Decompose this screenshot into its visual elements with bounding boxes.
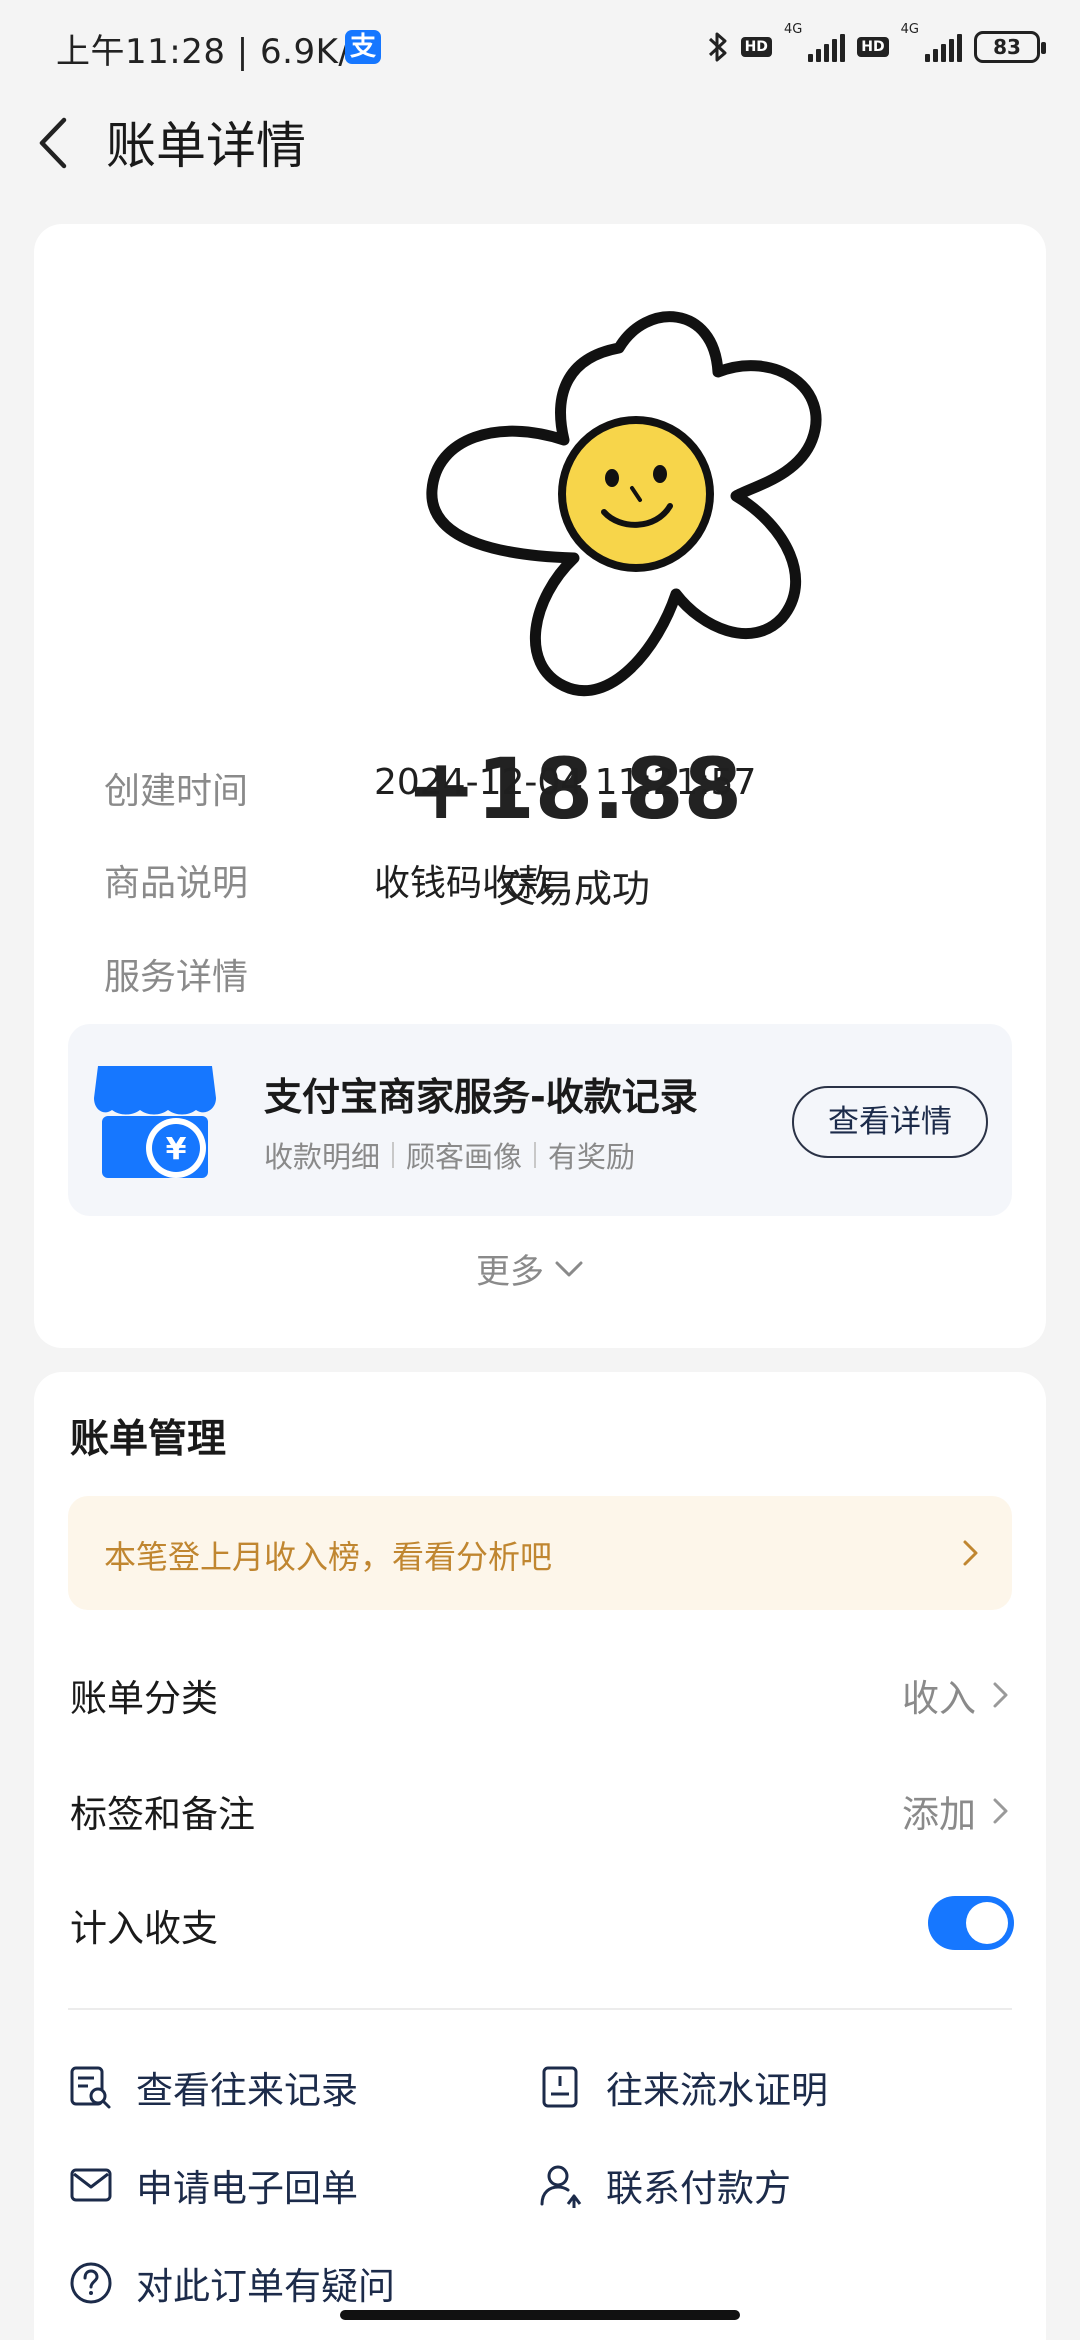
record-search-icon	[70, 2066, 111, 2109]
back-arrow-icon[interactable]	[32, 108, 82, 178]
network-type-2: 4G	[900, 22, 919, 37]
flower-avatar-icon	[426, 311, 822, 697]
view-details-button[interactable]: 查看详情	[792, 1086, 988, 1158]
service-tag: 收款明细	[264, 1140, 381, 1174]
bluetooth-icon	[708, 32, 727, 62]
toggle-knob	[966, 1902, 1008, 1944]
transaction-proof-link[interactable]: 往来流水证明	[538, 2060, 828, 2114]
hd-badge-2: HD	[857, 37, 889, 57]
question-icon	[70, 2262, 112, 2304]
status-time: 上午11:28 | 6.9K/s	[56, 32, 369, 72]
more-toggle[interactable]: 更多	[476, 1244, 584, 1293]
hd-badge: HD	[740, 37, 772, 57]
document-icon	[542, 2066, 578, 2108]
created-time-value: 2024-12-04 11:21:57	[374, 762, 757, 803]
link-label: 查看往来记录	[136, 2069, 358, 2112]
link-label: 对此订单有疑问	[136, 2265, 395, 2308]
page-title: 账单详情	[106, 117, 306, 175]
battery-icon: 83	[974, 31, 1046, 63]
home-indicator[interactable]	[340, 2310, 740, 2320]
service-details-label: 服务详情	[104, 957, 249, 998]
service-tag: 顾客画像	[406, 1140, 523, 1174]
more-label: 更多	[476, 1252, 544, 1292]
chevron-right-icon[interactable]	[990, 1792, 1012, 1830]
status-indicators: HD 4G HD 4G 83	[707, 22, 1046, 72]
contact-user-icon	[540, 2165, 582, 2208]
service-tag: 有奖励	[548, 1140, 636, 1174]
view-transaction-records-link[interactable]: 查看往来记录	[68, 2060, 358, 2114]
chevron-down-icon	[555, 1261, 583, 1276]
service-title: 支付宝商家服务-收款记录	[264, 1075, 698, 1119]
signal-icon-2	[925, 32, 962, 62]
merchant-service-card[interactable]: ¥ 支付宝商家服务-收款记录 收款明细 顾客画像 有奖励 查看详情	[68, 1024, 1012, 1216]
chevron-right-icon[interactable]	[990, 1676, 1012, 1714]
bill-category-label: 账单分类	[70, 1677, 218, 1720]
income-ranking-banner[interactable]: 本笔登上月收入榜，看看分析吧	[68, 1496, 1012, 1610]
merchant-shop-icon: ¥	[94, 1066, 216, 1178]
contact-payer-link[interactable]: 联系付款方	[538, 2158, 791, 2212]
bill-management-title: 账单管理	[70, 1417, 227, 1462]
alipay-notification-icon: 支	[345, 30, 381, 64]
link-label: 联系付款方	[606, 2167, 791, 2210]
tag-divider	[392, 1142, 395, 1168]
signal-icon	[808, 32, 846, 62]
add-tag-value[interactable]: 添加	[902, 1784, 976, 1838]
chevron-right-icon	[963, 1540, 978, 1566]
include-in-stats-label: 计入收支	[70, 1907, 218, 1950]
tags-notes-label: 标签和备注	[70, 1793, 255, 1836]
link-label: 申请电子回单	[136, 2167, 358, 2210]
tag-divider	[534, 1142, 537, 1168]
bill-category-value[interactable]: 收入	[902, 1668, 976, 1722]
product-desc-label: 商品说明	[104, 863, 249, 904]
link-label: 往来流水证明	[606, 2069, 828, 2112]
svg-text:¥: ¥	[166, 1132, 187, 1167]
created-time-label: 创建时间	[104, 771, 249, 812]
service-tags: 收款明细 顾客画像 有奖励	[264, 1134, 635, 1176]
order-question-link[interactable]: 对此订单有疑问	[68, 2256, 395, 2310]
product-desc-value: 收钱码收款	[374, 863, 555, 904]
banner-text: 本笔登上月收入榜，看看分析吧	[104, 1538, 553, 1576]
e-receipt-link[interactable]: 申请电子回单	[68, 2158, 358, 2212]
divider	[68, 2008, 1012, 2010]
include-in-stats-toggle[interactable]	[928, 1896, 1014, 1950]
network-type-1: 4G	[783, 22, 803, 37]
status-bar: 上午11:28 | 6.9K/s 支 HD 4G HD 4G 83	[0, 0, 1080, 90]
mail-icon	[70, 2168, 112, 2202]
